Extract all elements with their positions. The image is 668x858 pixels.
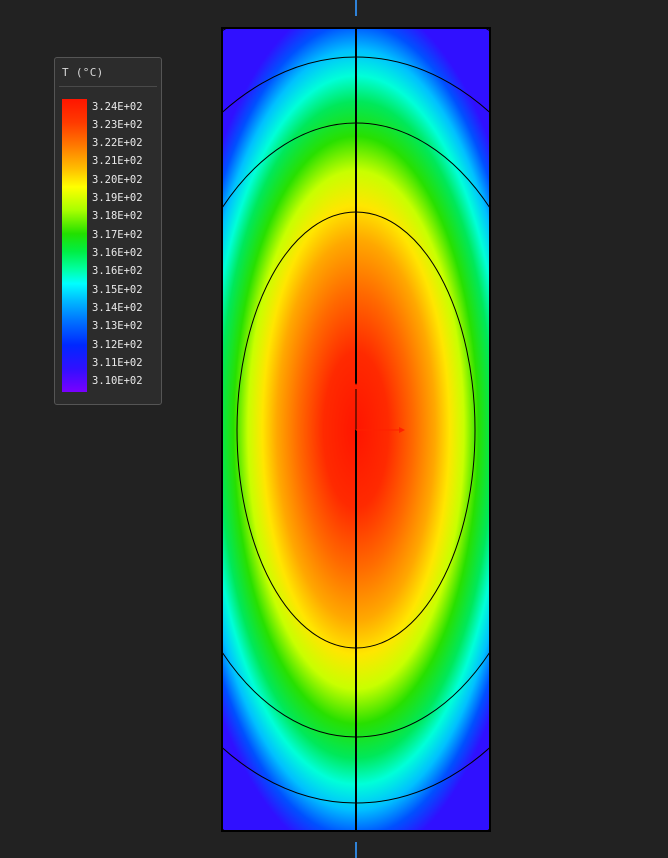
axis-marker-top — [355, 0, 357, 16]
color-legend[interactable]: T (°C) 3.24E+02 3.23E+02 3.22E+02 3.21E+… — [54, 57, 162, 405]
legend-tick-label: 3.20E+02 — [92, 174, 143, 186]
legend-tick-label: 3.10E+02 — [92, 375, 143, 387]
legend-tick-label: 3.21E+02 — [92, 155, 143, 167]
legend-tick-label: 3.22E+02 — [92, 137, 143, 149]
legend-tick-label: 3.18E+02 — [92, 210, 143, 222]
legend-tick-label: 3.24E+02 — [92, 101, 143, 113]
legend-tick-label: 3.11E+02 — [92, 357, 143, 369]
legend-tick-label: 3.17E+02 — [92, 229, 143, 241]
legend-tick-label: 3.12E+02 — [92, 339, 143, 351]
legend-tick-label: 3.14E+02 — [92, 302, 143, 314]
colorbar — [62, 99, 87, 392]
legend-tick-label: 3.15E+02 — [92, 284, 143, 296]
legend-divider — [59, 86, 157, 87]
legend-title: T (°C) — [62, 66, 104, 79]
legend-tick-label: 3.13E+02 — [92, 320, 143, 332]
legend-tick-label: 3.16E+02 — [92, 247, 143, 259]
legend-tick-label: 3.19E+02 — [92, 192, 143, 204]
legend-tick-label: 3.23E+02 — [92, 119, 143, 131]
axis-marker-bottom — [355, 842, 357, 858]
legend-tick-label: 3.16E+02 — [92, 265, 143, 277]
